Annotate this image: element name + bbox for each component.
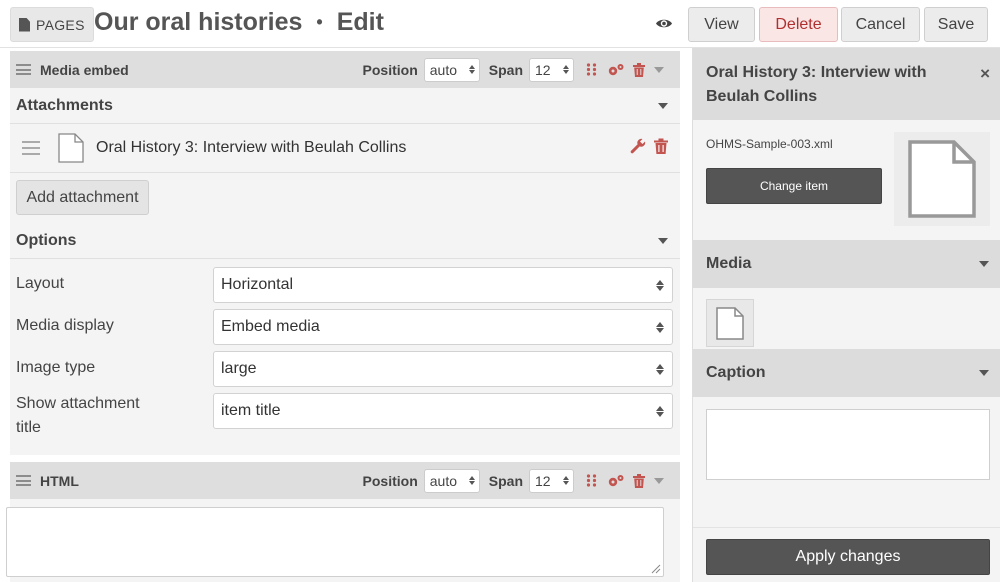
chevron-down-icon[interactable] <box>658 237 668 244</box>
span-label: Span <box>488 472 523 489</box>
option-value: item title <box>221 402 281 419</box>
caption-section-header[interactable]: Caption <box>693 349 1000 397</box>
move-grid-icon[interactable] <box>586 474 597 487</box>
option-row-media-display: Media display Embed media <box>10 305 680 347</box>
html-textarea[interactable] <box>6 507 664 577</box>
options-title: Options <box>16 231 77 249</box>
media-display-select[interactable]: Embed media <box>213 309 673 345</box>
span-select[interactable]: 12 <box>529 57 574 82</box>
close-icon[interactable]: × <box>980 64 990 84</box>
option-label: Image type <box>16 359 96 376</box>
page-title: Our oral histories • Edit <box>94 8 384 37</box>
span-value: 12 <box>535 61 551 78</box>
chevron-down-icon[interactable] <box>654 477 664 484</box>
file-name: OHMS-Sample-003.xml <box>706 137 833 151</box>
resize-handle-icon[interactable] <box>651 564 661 574</box>
save-button[interactable]: Save <box>924 7 988 42</box>
option-label: Show attachment title <box>16 395 140 436</box>
pages-label: PAGES <box>36 16 85 33</box>
select-arrows-icon <box>656 321 664 333</box>
image-type-select[interactable]: large <box>213 351 673 387</box>
media-thumbnail[interactable] <box>706 299 754 347</box>
title-separator: • <box>316 12 323 32</box>
attachment-item: Oral History 3: Interview with Beulah Co… <box>10 124 680 173</box>
change-item-button[interactable]: Change item <box>706 168 882 204</box>
add-attachment-button[interactable]: Add attachment <box>16 180 149 215</box>
view-button[interactable]: View <box>688 7 755 42</box>
attachment-side-panel: Oral History 3: Interview with Beulah Co… <box>692 48 1000 582</box>
block-title: Media embed <box>40 61 129 78</box>
drag-handle-icon[interactable] <box>16 64 31 75</box>
item-thumbnail <box>894 132 990 226</box>
file-icon <box>58 133 84 163</box>
pages-button[interactable]: PAGES <box>10 7 94 42</box>
delete-button[interactable]: Delete <box>759 7 838 42</box>
side-panel-header: Oral History 3: Interview with Beulah Co… <box>693 48 1000 120</box>
select-arrows-icon <box>656 405 664 417</box>
html-block-header: HTML Position auto Span 12 <box>10 462 680 499</box>
chevron-down-icon[interactable] <box>979 370 989 376</box>
file-icon <box>908 140 976 218</box>
option-row-show-attachment-title: Show attachment title item title <box>10 389 680 445</box>
drag-handle-icon[interactable] <box>16 475 31 486</box>
options-section-header[interactable]: Options <box>10 223 680 259</box>
option-label: Layout <box>16 275 65 292</box>
position-select[interactable]: auto <box>423 468 480 493</box>
page-icon <box>19 17 30 32</box>
span-label: Span <box>488 61 523 78</box>
option-label: Media display <box>16 317 114 334</box>
page-title-text: Our oral histories <box>94 8 303 36</box>
apply-changes-button[interactable]: Apply changes <box>706 539 990 575</box>
media-embed-block: Media embed Position auto Span 12 Attach… <box>10 51 680 455</box>
position-value: auto <box>429 472 458 489</box>
span-select[interactable]: 12 <box>529 468 574 493</box>
caption-textarea[interactable] <box>706 409 990 480</box>
show-attachment-title-select[interactable]: item title <box>213 393 673 429</box>
chevron-down-icon[interactable] <box>979 261 989 267</box>
gears-icon[interactable] <box>607 63 625 77</box>
wrench-icon[interactable] <box>630 138 646 154</box>
select-arrows-icon <box>656 279 664 291</box>
file-icon <box>716 306 744 340</box>
media-embed-block-header: Media embed Position auto Span 12 <box>10 51 680 88</box>
select-arrows-icon <box>563 65 569 74</box>
block-title: HTML <box>40 472 79 489</box>
select-arrows-icon <box>468 476 475 485</box>
page-mode: Edit <box>336 8 384 36</box>
select-arrows-icon <box>656 363 664 375</box>
page-header: PAGES Our oral histories • Edit View Del… <box>0 0 1000 48</box>
media-section-header[interactable]: Media <box>693 240 1000 288</box>
trash-icon[interactable] <box>654 138 668 154</box>
option-value: Horizontal <box>221 276 294 293</box>
attachments-section-header[interactable]: Attachments <box>10 88 680 124</box>
caption-section-title: Caption <box>706 364 766 381</box>
cancel-button[interactable]: Cancel <box>841 7 920 42</box>
attachment-title[interactable]: Oral History 3: Interview with Beulah Co… <box>96 139 406 157</box>
eye-icon[interactable] <box>655 17 673 30</box>
media-section-title: Media <box>706 255 752 272</box>
option-row-image-type: Image type large <box>10 347 680 389</box>
position-select[interactable]: auto <box>423 57 480 82</box>
layout-select[interactable]: Horizontal <box>213 267 673 303</box>
position-label: Position <box>362 472 418 489</box>
select-arrows-icon <box>468 65 475 74</box>
drag-handle-icon[interactable] <box>22 141 40 155</box>
select-arrows-icon <box>563 476 569 485</box>
trash-icon[interactable] <box>633 473 645 488</box>
chevron-down-icon[interactable] <box>654 66 664 73</box>
position-value: auto <box>429 61 458 78</box>
move-grid-icon[interactable] <box>586 63 597 76</box>
option-value: Embed media <box>221 318 320 335</box>
panel-divider <box>693 527 1000 528</box>
side-panel-title: Oral History 3: Interview with Beulah Co… <box>706 64 927 105</box>
option-value: large <box>221 360 257 377</box>
chevron-down-icon[interactable] <box>658 102 668 109</box>
gears-icon[interactable] <box>607 474 625 488</box>
option-row-layout: Layout Horizontal <box>10 263 680 305</box>
trash-icon[interactable] <box>633 62 645 77</box>
attachments-title: Attachments <box>16 96 113 114</box>
span-value: 12 <box>535 472 551 489</box>
position-label: Position <box>362 61 418 78</box>
